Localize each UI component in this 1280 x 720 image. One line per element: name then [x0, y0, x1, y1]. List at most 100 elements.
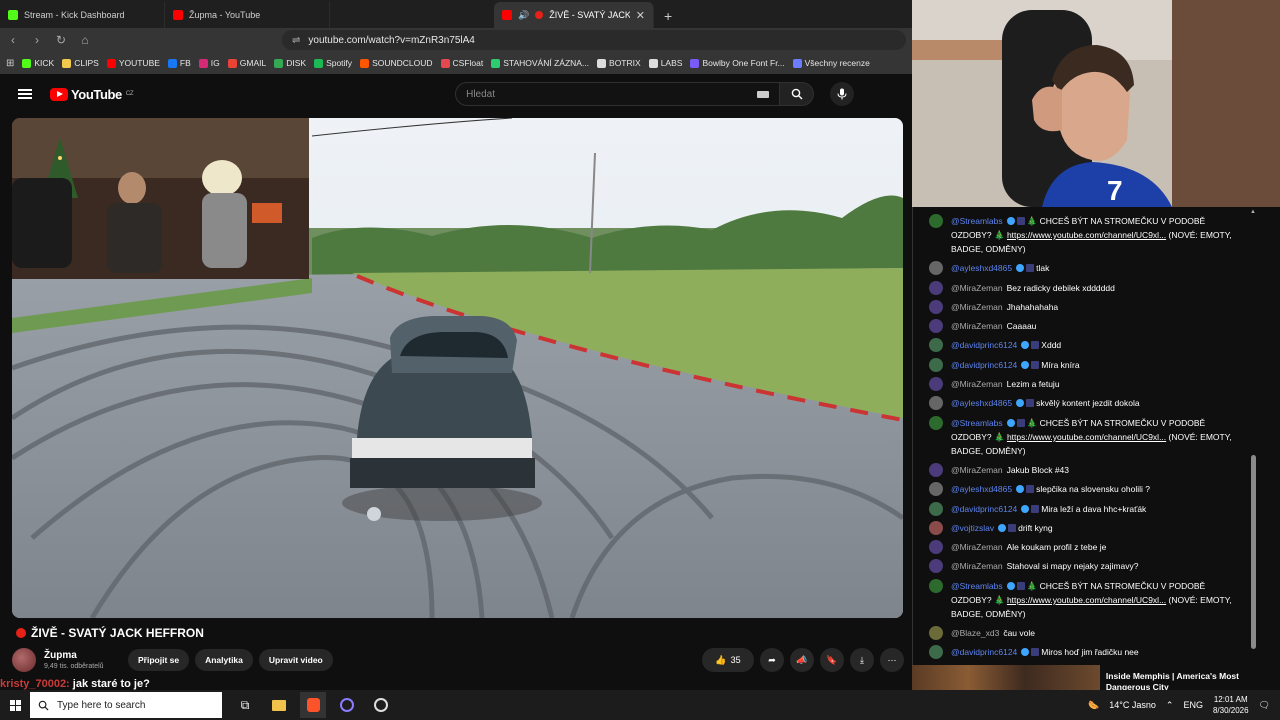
bookmark-item[interactable]: LABS	[648, 58, 682, 68]
search-button[interactable]	[780, 82, 815, 106]
chat-username[interactable]: @MiraZeman	[951, 379, 1003, 389]
bookmark-item[interactable]: SOUNDCLOUD	[360, 58, 433, 68]
chat-avatar[interactable]	[929, 559, 943, 574]
video-player[interactable]	[12, 118, 903, 618]
language-indicator[interactable]: ENG	[1183, 700, 1203, 710]
chat-link[interactable]: https://www.youtube.com/channel/UC9xl...	[1007, 595, 1166, 605]
chat-avatar[interactable]	[929, 319, 943, 334]
chat-username[interactable]: @MiraZeman	[951, 321, 1003, 331]
chat-avatar[interactable]	[929, 462, 943, 477]
chat-username[interactable]: @MiraZeman	[951, 302, 1003, 312]
back-icon[interactable]: ‹	[6, 33, 20, 47]
chat-link[interactable]: https://www.youtube.com/channel/UC9xl...	[1007, 230, 1166, 240]
reload-icon[interactable]: ↻	[54, 33, 68, 47]
chat-avatar[interactable]	[929, 540, 943, 555]
taskbar-search[interactable]: Type here to search	[30, 692, 222, 718]
chat-username[interactable]: @MiraZeman	[951, 465, 1003, 475]
task-view-icon[interactable]: ⧉	[232, 692, 258, 718]
share-button[interactable]: ➦	[760, 648, 784, 672]
channel-avatar[interactable]	[12, 648, 36, 672]
voice-search-button[interactable]	[830, 82, 855, 106]
more-actions-button[interactable]: ⋯	[880, 648, 904, 672]
scroll-up-icon[interactable]: ▲	[1250, 209, 1256, 215]
speaker-icon[interactable]: 🔊	[518, 10, 529, 21]
channel-name[interactable]: Župma	[44, 650, 122, 661]
recommended-thumbnail[interactable]	[912, 665, 1100, 691]
bookmark-item[interactable]: BOTRIX	[597, 58, 641, 68]
chat-username[interactable]: @davidprinc6124	[951, 340, 1017, 350]
analytics-button[interactable]: Analytika	[195, 649, 253, 671]
recommended-video[interactable]: Inside Memphis | America's Most Dangerou…	[912, 665, 1280, 692]
chat-avatar[interactable]	[929, 501, 943, 516]
chat-avatar[interactable]	[929, 578, 943, 593]
chat-avatar[interactable]	[929, 214, 943, 228]
chat-avatar[interactable]	[929, 338, 943, 353]
tray-chevron-icon[interactable]: ⌃	[1166, 700, 1174, 711]
promote-button[interactable]: 📣	[790, 648, 814, 672]
bookmark-item[interactable]: Všechny recenze	[792, 58, 870, 68]
chat-avatar[interactable]	[929, 261, 943, 276]
save-button[interactable]: 🔖	[820, 648, 844, 672]
chat-avatar[interactable]	[929, 357, 943, 372]
youtube-logo[interactable]: YouTube CZ	[50, 87, 134, 102]
chat-username[interactable]: @MiraZeman	[951, 283, 1003, 293]
forward-icon[interactable]: ›	[30, 33, 44, 47]
close-tab-icon[interactable]: ✕	[636, 9, 645, 22]
chat-username[interactable]: @Blaze_xd3	[951, 628, 999, 638]
recommended-title[interactable]: Inside Memphis | America's Most Dangerou…	[1100, 665, 1280, 692]
chat-username[interactable]: @MiraZeman	[951, 542, 1003, 552]
chat-username[interactable]: @davidprinc6124	[951, 360, 1017, 370]
like-button[interactable]: 👍 35	[702, 648, 754, 672]
chat-scrollbar[interactable]	[1251, 455, 1256, 649]
brave-browser-icon[interactable]	[300, 692, 326, 718]
chat-username[interactable]: @ayleshxd4865	[951, 398, 1012, 408]
chat-username[interactable]: @MiraZeman	[951, 561, 1003, 571]
bookmark-item[interactable]: STAHOVÁNÍ ZÁZNA...	[491, 58, 589, 68]
download-button[interactable]: ⤓	[850, 648, 874, 672]
keyboard-icon[interactable]	[757, 90, 770, 98]
chat-username[interactable]: @Streamlabs	[951, 581, 1003, 591]
chat-avatar[interactable]	[929, 415, 943, 430]
chat-avatar[interactable]	[929, 299, 943, 314]
bookmark-item[interactable]: FB	[167, 58, 191, 68]
chat-username[interactable]: @ayleshxd4865	[951, 484, 1012, 494]
tab-kick-dashboard[interactable]: Stream - Kick Dashboard	[0, 2, 165, 28]
chat-username[interactable]: @Streamlabs	[951, 216, 1003, 226]
tab-zumpa-youtube[interactable]: Župma - YouTube	[165, 2, 330, 28]
menu-icon[interactable]	[18, 89, 32, 99]
file-explorer-icon[interactable]	[266, 692, 292, 718]
bookmark-item[interactable]: CLIPS	[62, 58, 99, 68]
chat-username[interactable]: @ayleshxd4865	[951, 263, 1012, 273]
chat-username[interactable]: @davidprinc6124	[951, 504, 1017, 514]
bookmark-item[interactable]: IG	[198, 58, 220, 68]
apps-grid-icon[interactable]: ⊞	[6, 58, 14, 69]
discord-like-icon[interactable]	[334, 692, 360, 718]
notifications-icon[interactable]: 🗨	[1259, 700, 1270, 711]
site-info-icon[interactable]: ⇌	[292, 35, 300, 46]
search-input[interactable]: Hledat	[455, 82, 781, 106]
chat-username[interactable]: @vojtizslav	[951, 523, 994, 533]
bookmark-item[interactable]: YOUTUBE	[106, 58, 160, 68]
chat-avatar[interactable]	[929, 377, 943, 392]
chat-avatar[interactable]	[929, 645, 943, 660]
new-tab-button[interactable]: +	[654, 8, 682, 28]
chat-avatar[interactable]	[929, 280, 943, 295]
chat-link[interactable]: https://www.youtube.com/channel/UC9xl...	[1007, 432, 1166, 442]
bookmark-item[interactable]: Spotify	[314, 58, 352, 68]
clock[interactable]: 12:01 AM 8/30/2026	[1213, 694, 1249, 716]
chat-avatar[interactable]	[929, 396, 943, 411]
chat-avatar[interactable]	[929, 520, 943, 535]
bookmark-item[interactable]: GMAIL	[227, 58, 266, 68]
start-button[interactable]	[0, 690, 30, 720]
bookmark-item[interactable]: KICK	[22, 58, 54, 68]
join-button[interactable]: Připojit se	[128, 649, 190, 671]
chat-username[interactable]: @Streamlabs	[951, 418, 1003, 428]
bookmark-item[interactable]: CSFloat	[440, 58, 483, 68]
tab-live-video[interactable]: 🔊 ŽIVĚ - SVATÝ JACK HEFFRO ✕	[494, 2, 654, 28]
chat-avatar[interactable]	[929, 482, 943, 497]
chat-username[interactable]: @davidprinc6124	[951, 647, 1017, 657]
obs-icon[interactable]	[368, 692, 394, 718]
url-field[interactable]: ⇌ youtube.com/watch?v=mZnR3n75lA4	[282, 30, 906, 50]
weather-text[interactable]: 14°C Jasno	[1109, 700, 1156, 710]
chat-avatar[interactable]	[929, 626, 943, 641]
